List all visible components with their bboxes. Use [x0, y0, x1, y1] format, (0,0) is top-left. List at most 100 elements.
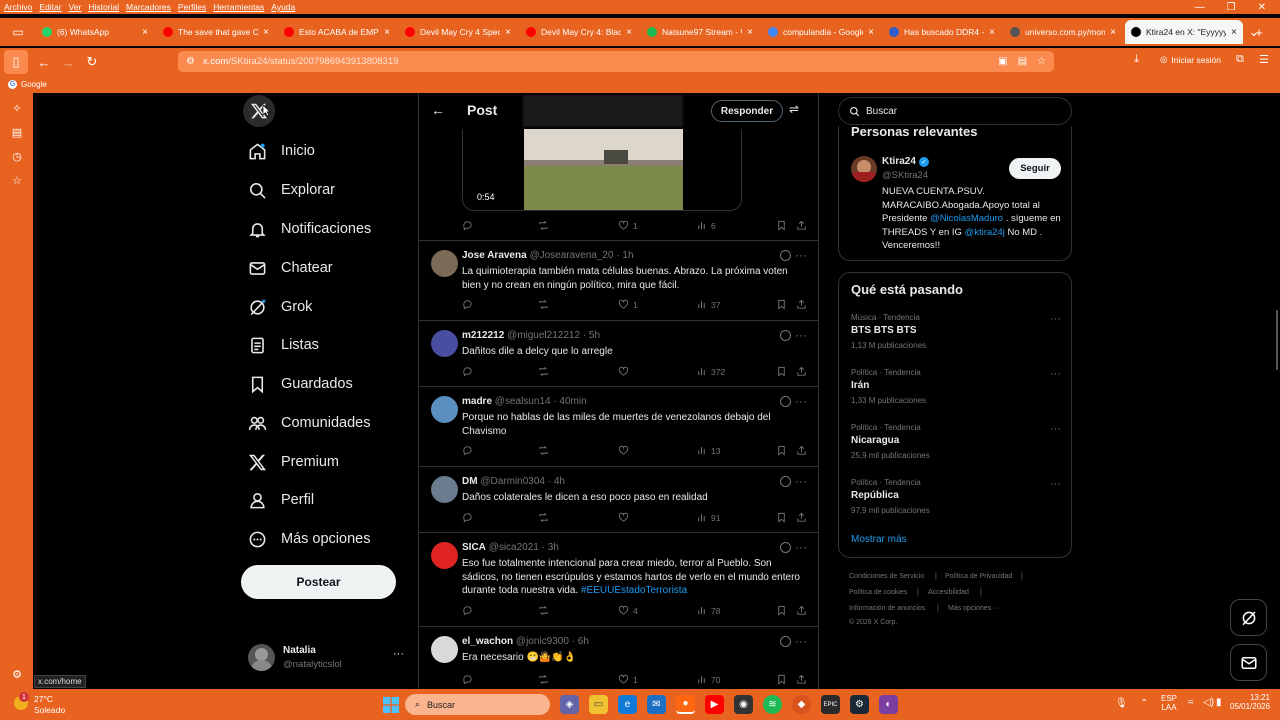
- views-button[interactable]: 372: [696, 366, 725, 377]
- like-button[interactable]: 1: [618, 674, 638, 685]
- ai-sparkle-icon[interactable]: ✧: [10, 101, 24, 115]
- browser-tab[interactable]: Esto ACABA de EMPEZAR ×: [278, 20, 396, 44]
- bio-mention-link[interactable]: @ktira24j: [965, 227, 1005, 238]
- bookmark-icon[interactable]: [776, 674, 787, 685]
- repost-icon[interactable]: [538, 220, 549, 231]
- extensions-icon[interactable]: ⧉: [1236, 53, 1244, 66]
- views-button[interactable]: 13: [696, 445, 720, 456]
- forward-icon[interactable]: →: [56, 50, 80, 74]
- app-icon[interactable]: ◆: [792, 695, 811, 714]
- search-input[interactable]: Buscar: [838, 97, 1072, 125]
- back-arrow-icon[interactable]: ←: [431, 102, 445, 118]
- trend-item[interactable]: Política · Tendencia República 97,9 mil pu…: [851, 478, 1061, 515]
- trend-item[interactable]: Política · Tendencia Irán 1,33 M publicaci…: [851, 368, 1061, 405]
- menu-perfiles[interactable]: Perfiles: [178, 2, 206, 12]
- browser-tab[interactable]: universo.com.py/monit ×: [1004, 20, 1122, 44]
- trend-more-icon[interactable]: ···: [1050, 478, 1061, 490]
- menu-ayuda[interactable]: Ayuda: [271, 2, 295, 12]
- post-button[interactable]: Postear: [241, 565, 396, 599]
- nav-bookmarks[interactable]: Guardados: [248, 369, 353, 399]
- history-icon[interactable]: ◷: [10, 149, 24, 163]
- trend-more-icon[interactable]: ···: [1050, 368, 1061, 380]
- follow-button[interactable]: Seguir: [1009, 158, 1061, 179]
- edge-icon[interactable]: e: [618, 695, 637, 714]
- repost-icon[interactable]: [538, 445, 549, 456]
- repost-icon[interactable]: [538, 299, 549, 310]
- trend-more-icon[interactable]: ···: [1050, 313, 1061, 325]
- bookmark-icon[interactable]: [776, 299, 787, 310]
- reload-icon[interactable]: ↻: [80, 50, 104, 74]
- grok-analyze-icon[interactable]: [780, 542, 791, 553]
- nav-explore[interactable]: Explorar: [248, 175, 335, 205]
- repost-icon[interactable]: [538, 512, 549, 523]
- reply-tweet[interactable]: SICA @sica2021 · 3h ··· Eso fue totalmente…: [419, 533, 818, 627]
- like-button[interactable]: [618, 366, 633, 377]
- volume-icon[interactable]: ◁): [1203, 697, 1214, 708]
- close-tab-icon[interactable]: ×: [626, 27, 632, 38]
- reply-icon[interactable]: [462, 674, 473, 685]
- reply-tweet[interactable]: DM @Darmin0304 · 4h ··· Daños colaterales …: [419, 467, 818, 533]
- more-options-icon[interactable]: ···: [795, 474, 807, 488]
- messages-float-button[interactable]: [1230, 644, 1267, 681]
- grok-analyze-icon[interactable]: [780, 330, 791, 341]
- relevant-avatar[interactable]: [851, 156, 877, 182]
- bookmark-icon[interactable]: [776, 445, 787, 456]
- nav-more-options[interactable]: Más opciones: [248, 524, 370, 554]
- close-tab-icon[interactable]: ×: [142, 27, 148, 38]
- nav-communities[interactable]: Comunidades: [248, 408, 370, 438]
- avatar[interactable]: [431, 250, 458, 277]
- avatar[interactable]: [431, 476, 458, 503]
- views-button[interactable]: 37: [696, 299, 720, 310]
- grok-analyze-icon[interactable]: [780, 250, 791, 261]
- author-name[interactable]: DM: [462, 476, 478, 487]
- close-tab-icon[interactable]: ×: [747, 27, 753, 38]
- browser-tab[interactable]: (6) WhatsApp ×: [36, 20, 154, 44]
- bookmark-icon[interactable]: [776, 605, 787, 616]
- microphone-icon[interactable]: 🎙: [1115, 698, 1128, 709]
- close-tab-icon[interactable]: ×: [868, 27, 874, 38]
- views-button[interactable]: 78: [696, 605, 720, 616]
- nav-premium[interactable]: Premium: [248, 447, 339, 477]
- spotify-icon[interactable]: ≋: [763, 695, 782, 714]
- avatar[interactable]: [431, 396, 458, 423]
- browser-tab[interactable]: Has buscado DDR4 - P ×: [883, 20, 1001, 44]
- footer-terms[interactable]: Condiciones de Servicio: [849, 573, 924, 580]
- nav-lists[interactable]: Listas: [248, 330, 319, 360]
- clock[interactable]: 13:21 05/01/2026: [1230, 693, 1270, 711]
- battery-icon[interactable]: ▮: [1216, 697, 1222, 708]
- menu-herramientas[interactable]: Herramientas: [213, 2, 264, 12]
- minimize-icon[interactable]: —: [1195, 2, 1205, 13]
- browser-tab[interactable]: Devil May Cry 4 Special ×: [399, 20, 517, 44]
- menu-historial[interactable]: Historial: [88, 2, 119, 12]
- reply-icon[interactable]: [462, 445, 473, 456]
- like-button[interactable]: [618, 445, 633, 456]
- reply-icon[interactable]: [462, 220, 473, 231]
- close-tab-icon[interactable]: ×: [263, 27, 269, 38]
- reply-icon[interactable]: [462, 299, 473, 310]
- settings-icon[interactable]: ⚙: [10, 667, 24, 681]
- reply-tweet[interactable]: el_wachon @jonic9300 · 6h ··· Era necesari…: [419, 627, 818, 689]
- footer-cookies[interactable]: Política de cookies: [849, 589, 907, 596]
- more-options-icon[interactable]: ···: [795, 634, 807, 648]
- bookmarks-panel-icon[interactable]: ▤: [10, 125, 24, 139]
- footer-privacy[interactable]: Política de Privacidad: [945, 573, 1012, 580]
- nav-notifications[interactable]: Notificaciones: [248, 214, 371, 244]
- browser-tab[interactable]: Natsune97 Stream - W ×: [641, 20, 759, 44]
- repost-icon[interactable]: [538, 366, 549, 377]
- steam-icon[interactable]: ⚙: [850, 695, 869, 714]
- close-tab-icon[interactable]: ×: [989, 27, 995, 38]
- downloads-icon[interactable]: ⤓: [1134, 53, 1139, 66]
- firefox-icon[interactable]: ●: [676, 695, 695, 714]
- menu-archivo[interactable]: Archivo: [4, 2, 32, 12]
- more-options-icon[interactable]: ···: [795, 540, 807, 554]
- language-indicator[interactable]: ESP LAA: [1161, 694, 1177, 712]
- author-name[interactable]: madre: [462, 396, 492, 407]
- epic-games-icon[interactable]: EPIC: [821, 695, 840, 714]
- repost-icon[interactable]: [538, 674, 549, 685]
- video-thumbnail[interactable]: [524, 120, 683, 210]
- footer-ads-info[interactable]: Información de anuncios: [849, 605, 925, 612]
- media-container[interactable]: 0:54: [462, 119, 742, 211]
- menu-editar[interactable]: Editar: [39, 2, 61, 12]
- like-button[interactable]: [618, 512, 633, 523]
- relevant-name[interactable]: Ktira24 ✓: [882, 156, 929, 167]
